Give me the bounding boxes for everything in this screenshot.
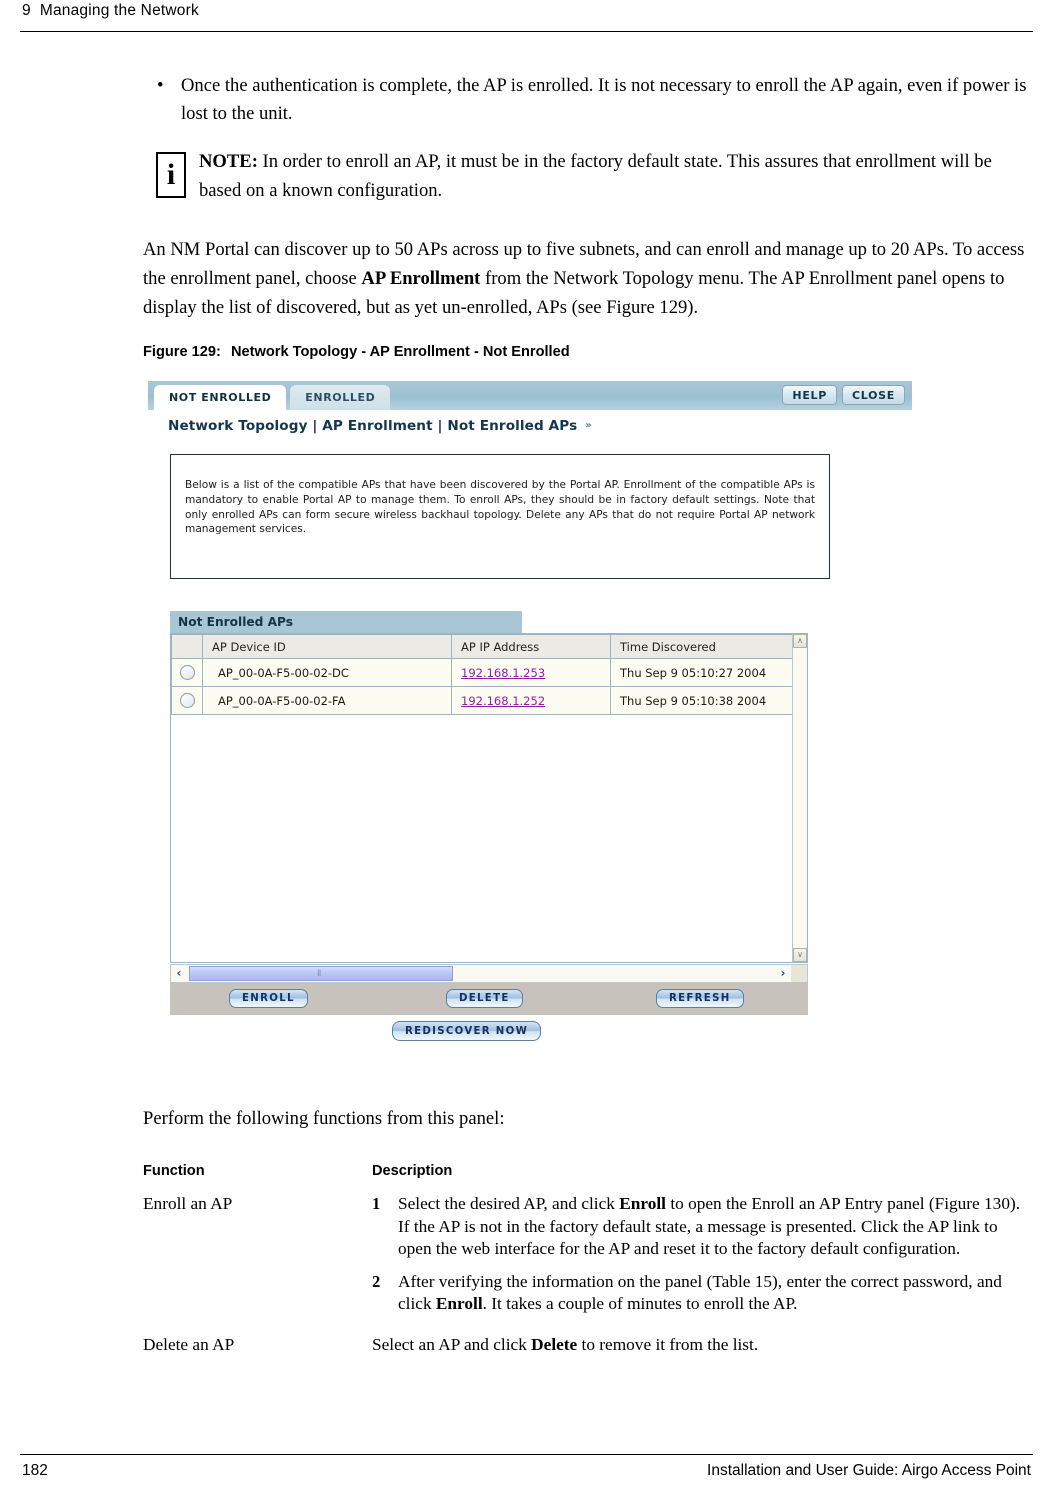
figure-caption: Figure 129: Network Topology - AP Enrollm… <box>143 344 1033 360</box>
tab-enrolled[interactable]: ENROLLED <box>290 385 391 410</box>
info-description-text: Below is a list of the compatible APs th… <box>185 479 815 536</box>
lead-in-text: Perform the following functions from thi… <box>143 1108 505 1129</box>
cell-ap-ip-address: 192.168.1.252 <box>451 686 611 715</box>
column-header-select <box>171 634 203 659</box>
header-rule <box>20 31 1033 32</box>
chevron-right-icon[interactable]: » <box>585 420 592 431</box>
scroll-left-arrow-icon[interactable]: ‹ <box>171 965 187 982</box>
not-enrolled-aps-table: AP Device ID AP IP Address Time Discover… <box>171 634 807 715</box>
scrollbar-grip-icon: Ⅱ <box>317 969 323 979</box>
step-bold-enroll: Enroll <box>619 1194 666 1213</box>
tab-bar: NOT ENROLLED ENROLLED <box>154 385 391 410</box>
cell-time-discovered: Thu Sep 9 05:10:38 2004 <box>610 686 807 715</box>
horizontal-scrollbar-thumb[interactable]: Ⅱ <box>189 966 453 981</box>
intro-paragraph: An NM Portal can discover up to 50 APs a… <box>143 235 1033 322</box>
guide-title: Installation and User Guide: Airgo Acces… <box>707 1462 1031 1479</box>
scroll-right-arrow-icon[interactable]: › <box>775 965 791 982</box>
page-header: 9 Managing the Network <box>0 0 1053 32</box>
column-header-description: Description <box>372 1163 453 1179</box>
table-row[interactable]: AP_00-0A-F5-00-02-DC 192.168.1.253 Thu S… <box>171 658 807 687</box>
column-header-ap-device-id[interactable]: AP Device ID <box>202 634 452 659</box>
column-header-ap-ip-address[interactable]: AP IP Address <box>451 634 611 659</box>
lower-content: Perform the following functions from thi… <box>143 1105 1033 1374</box>
step-bold-enroll: Enroll <box>435 1294 483 1313</box>
info-description-box: Below is a list of the compatible APs th… <box>170 454 830 579</box>
delete-bold: Delete <box>531 1334 578 1354</box>
function-table-header-row: Function Description <box>143 1163 1033 1193</box>
row-radio-cell[interactable] <box>171 686 203 715</box>
function-name-enroll-an-ap: Enroll an AP <box>143 1194 233 1213</box>
figure-screenshot: NOT ENROLLED ENROLLED HELP CLOSE Network T… <box>148 381 912 1087</box>
table-header-row: AP Device ID AP IP Address Time Discover… <box>171 634 807 659</box>
function-description-enroll-an-ap: 1 Select the desired AP, and click Enroll… <box>372 1193 1033 1334</box>
radio-button-icon[interactable] <box>179 693 195 708</box>
refresh-button[interactable]: REFRESH <box>656 989 744 1008</box>
section-header-not-enrolled-aps: Not Enrolled APs <box>170 611 522 633</box>
step-item: 1 Select the desired AP, and click Enroll… <box>372 1193 1033 1261</box>
cell-ap-device-id: AP_00-0A-F5-00-02-FA <box>202 686 452 715</box>
scrollbar-corner <box>791 965 807 982</box>
figure-number: Figure 129: <box>143 344 221 360</box>
scroll-up-arrow-icon[interactable]: ∧ <box>793 634 807 648</box>
page-number: 182 <box>22 1462 48 1479</box>
function-name-delete-an-ap: Delete an AP <box>143 1334 235 1354</box>
function-description-delete-an-ap: Select an AP and click Delete to remove … <box>372 1334 1033 1375</box>
ap-ip-link[interactable]: 192.168.1.252 <box>461 694 545 708</box>
step-text-part-1: Select the desired AP, and click <box>398 1194 620 1213</box>
rediscover-now-button[interactable]: REDISCOVER NOW <box>392 1021 542 1041</box>
ap-enrollment-emphasis: AP Enrollment <box>361 268 481 289</box>
step-number: 1 <box>372 1194 381 1213</box>
scroll-down-arrow-icon[interactable]: ∨ <box>793 948 807 962</box>
ap-table-container: AP Device ID AP IP Address Time Discover… <box>170 633 808 963</box>
figure-title: Network Topology - AP Enrollment - Not E… <box>231 344 570 360</box>
footer-rule <box>20 1454 1033 1455</box>
breadcrumb: Network Topology | AP Enrollment | Not E… <box>168 418 592 434</box>
cell-time-discovered: Thu Sep 9 05:10:27 2004 <box>610 658 807 687</box>
step-number: 2 <box>372 1271 381 1291</box>
action-button-bar: ENROLL DELETE REFRESH <box>170 983 808 1015</box>
note-callout: i NOTE: In order to enroll an AP, it mus… <box>143 148 1033 205</box>
help-button[interactable]: HELP <box>782 385 838 405</box>
column-header-function: Function <box>143 1163 205 1179</box>
bullet-marker: • <box>157 75 164 96</box>
bullet-list-item: • Once the authentication is complete, t… <box>143 72 1033 128</box>
horizontal-scrollbar[interactable]: ‹ Ⅱ › <box>170 964 808 983</box>
note-label: NOTE: <box>199 151 258 172</box>
row-radio-cell[interactable] <box>171 658 203 687</box>
note-text: NOTE: In order to enroll an AP, it must … <box>199 148 1033 205</box>
cell-ap-ip-address: 192.168.1.253 <box>451 658 611 687</box>
delete-button[interactable]: DELETE <box>446 989 523 1008</box>
bullet-text: Once the authentication is complete, the… <box>181 75 1027 124</box>
close-button[interactable]: CLOSE <box>842 385 905 405</box>
cell-ap-device-id: AP_00-0A-F5-00-02-DC <box>202 658 452 687</box>
chapter-header-text: 9 Managing the Network <box>22 2 199 19</box>
step-text-part-2: . It takes a couple of minutes to enroll… <box>482 1294 798 1313</box>
column-header-time-discovered[interactable]: Time Discovered <box>610 634 807 659</box>
enroll-button[interactable]: ENROLL <box>229 989 308 1008</box>
info-icon: i <box>156 152 186 198</box>
step-item: 2 After verifying the information on the … <box>372 1271 1033 1316</box>
breadcrumb-text: Network Topology | AP Enrollment | Not E… <box>168 418 578 434</box>
upper-content: • Once the authentication is complete, t… <box>143 72 1033 360</box>
top-button-group: HELP CLOSE <box>777 384 905 405</box>
tab-not-enrolled[interactable]: NOT ENROLLED <box>154 385 287 410</box>
function-description-table: Function Description Enroll an AP 1 Selec… <box>143 1163 1033 1374</box>
radio-button-icon[interactable] <box>179 665 195 680</box>
delete-text-part-1: Select an AP and click <box>372 1334 532 1354</box>
table-row[interactable]: AP_00-0A-F5-00-02-FA 192.168.1.252 Thu S… <box>171 686 807 715</box>
table-row: Delete an AP Select an AP and click Dele… <box>143 1334 1033 1375</box>
note-body: In order to enroll an AP, it must be in … <box>199 151 992 201</box>
ap-ip-link[interactable]: 192.168.1.253 <box>461 666 545 680</box>
vertical-scrollbar[interactable]: ∧ ∨ <box>792 634 807 962</box>
table-row: Enroll an AP 1 Select the desired AP, and… <box>143 1193 1033 1334</box>
delete-text-part-2: to remove it from the list. <box>577 1334 759 1354</box>
